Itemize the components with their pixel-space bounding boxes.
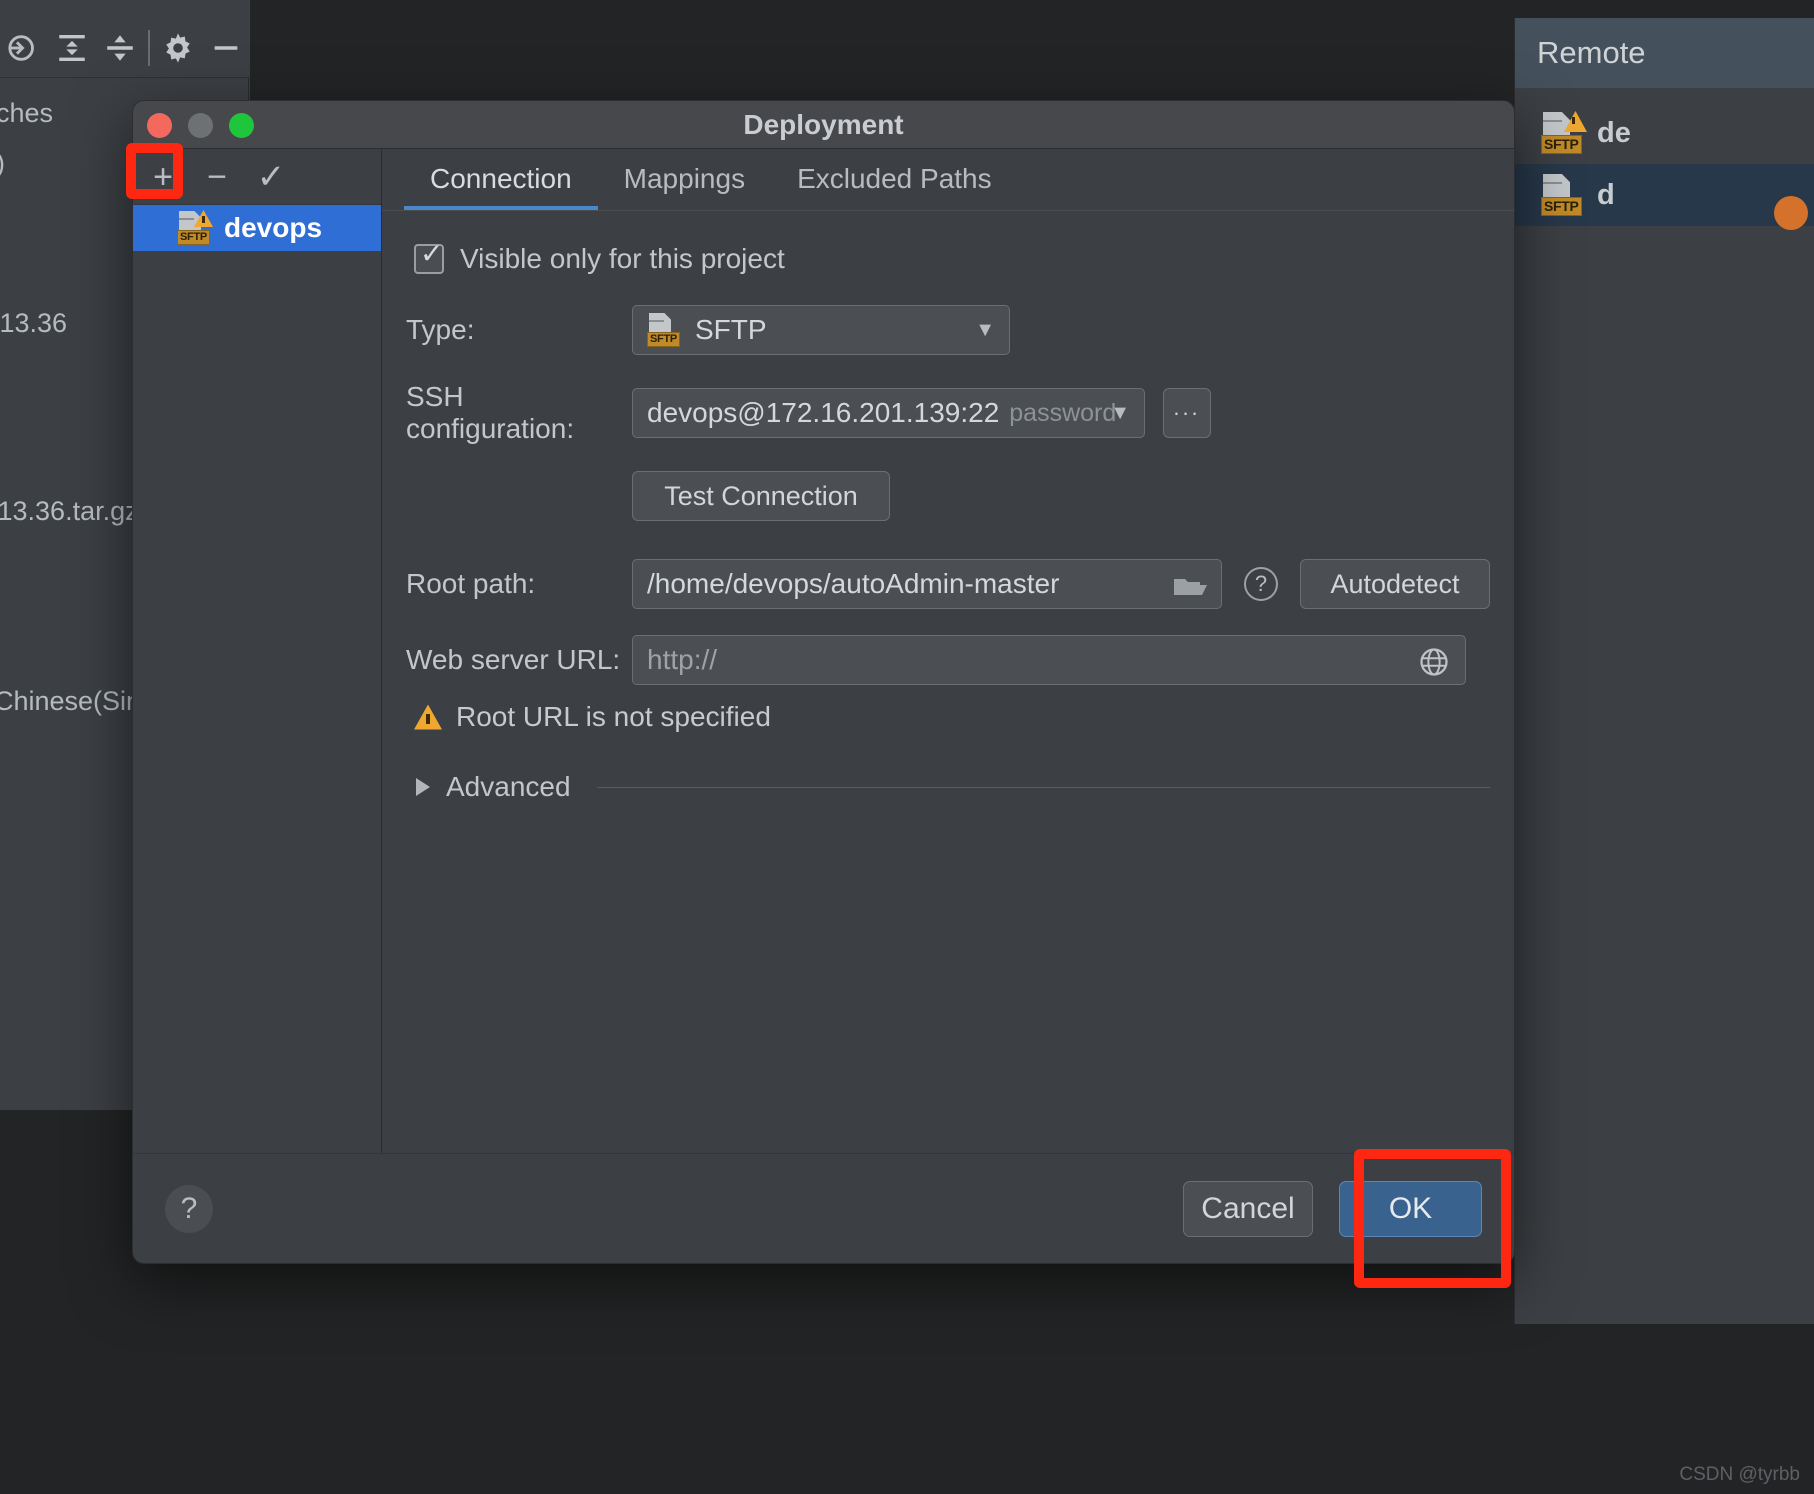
collapse-all-icon[interactable]	[96, 25, 144, 71]
dialog-content: Connection Mappings Excluded Paths Visib…	[382, 149, 1514, 1153]
watermark: CSDN @tyrbb	[1679, 1464, 1800, 1485]
toolbar-separator	[148, 29, 150, 66]
sftp-badge-label: SFTP	[647, 332, 680, 347]
advanced-section-header[interactable]: Advanced	[406, 771, 1490, 803]
minimize-button[interactable]	[188, 113, 213, 138]
sftp-warning-icon: SFTP	[1541, 111, 1587, 154]
web-server-url-value: http://	[647, 644, 718, 675]
test-connection-button[interactable]: Test Connection	[632, 471, 890, 521]
visible-only-label: Visible only for this project	[460, 243, 785, 274]
root-url-warning: Root URL is not specified	[406, 701, 1490, 733]
close-button[interactable]	[147, 113, 172, 138]
warning-icon	[414, 704, 442, 730]
type-value: SFTP	[695, 314, 767, 345]
visible-only-row[interactable]: Visible only for this project	[406, 239, 1490, 275]
server-list-toolbar: + − ✓	[133, 149, 381, 205]
window-controls	[147, 113, 254, 138]
root-path-input[interactable]: /home/devops/autoAdmin-master	[632, 559, 1222, 609]
type-row: Type: SFTP SFTP ▼	[406, 305, 1490, 355]
background-top-strip	[250, 0, 1814, 18]
remote-host-row[interactable]: SFTP d	[1515, 164, 1814, 226]
ssh-browse-button[interactable]: ...	[1163, 388, 1211, 438]
root-path-label: Root path:	[406, 568, 536, 599]
dialog-titlebar: Deployment	[133, 101, 1514, 149]
dialog-title: Deployment	[743, 108, 904, 140]
remote-host-row-label: de	[1597, 116, 1631, 149]
tab-connection[interactable]: Connection	[404, 163, 598, 211]
screen: ches ) .13.36 .13.36.tar.gz Chinese(Sim …	[0, 0, 1814, 1494]
background-text-line: .13.36.tar.gz	[0, 496, 139, 526]
advanced-divider	[596, 786, 1490, 788]
background-text-line: Chinese(Sim	[0, 686, 149, 716]
root-path-value: /home/devops/autoAdmin-master	[647, 568, 1060, 599]
gear-icon[interactable]	[154, 25, 202, 71]
background-text-line: ches	[0, 98, 54, 128]
web-server-url-row: Web server URL: http://	[406, 635, 1490, 685]
remote-host-panel-title: Remote	[1515, 18, 1814, 88]
help-button[interactable]: ?	[165, 1184, 213, 1233]
chevron-down-icon: ▼	[975, 318, 995, 341]
root-url-warning-text: Root URL is not specified	[456, 701, 771, 732]
chevron-right-icon	[416, 778, 430, 796]
cancel-button[interactable]: Cancel	[1183, 1180, 1313, 1237]
type-select[interactable]: SFTP SFTP ▼	[632, 305, 1010, 355]
sftp-badge-label: SFTP	[1541, 135, 1582, 154]
folder-icon[interactable]	[1173, 573, 1207, 597]
root-path-row: Root path: /home/devops/autoAdmin-master…	[406, 559, 1490, 609]
autodetect-button[interactable]: Autodetect	[1300, 559, 1490, 609]
ok-button[interactable]: OK	[1339, 1180, 1482, 1237]
ssh-configuration-row: SSH configuration: devops@172.16.201.139…	[406, 381, 1490, 445]
ssh-configuration-label: SSH configuration:	[406, 381, 575, 444]
set-default-server-button[interactable]: ✓	[249, 155, 293, 199]
remote-host-panel: Remote SFTP de SFTP d	[1514, 18, 1814, 1324]
remote-host-row-label: d	[1597, 178, 1615, 211]
status-dot	[1774, 196, 1808, 230]
advanced-label: Advanced	[446, 771, 571, 802]
ssh-configuration-value: devops@172.16.201.139:22	[647, 397, 1000, 428]
sftp-warning-icon: SFTP	[177, 210, 213, 245]
remote-host-row[interactable]: SFTP de	[1515, 102, 1814, 164]
expand-all-icon[interactable]	[48, 25, 96, 71]
web-server-url-label: Web server URL:	[406, 644, 621, 675]
sftp-icon: SFTP	[1541, 174, 1587, 216]
tab-excluded-paths[interactable]: Excluded Paths	[771, 163, 1018, 207]
ssh-auth-type: password	[1009, 398, 1117, 427]
chevron-down-icon: ▼	[1110, 401, 1130, 424]
tab-mappings[interactable]: Mappings	[598, 163, 771, 207]
deployment-dialog: Deployment + − ✓ SFTP devops Connection …	[132, 100, 1515, 1264]
server-list-panel: + − ✓ SFTP devops	[133, 149, 382, 1153]
server-list-item-label: devops	[224, 212, 323, 243]
globe-icon[interactable]	[1419, 647, 1449, 677]
background-text-line: .13.36	[0, 308, 68, 338]
visible-only-checkbox[interactable]	[414, 239, 444, 274]
sftp-icon: SFTP	[647, 313, 683, 347]
background-toolbar	[0, 18, 250, 78]
dialog-body: + − ✓ SFTP devops Connection Mappings Ex…	[133, 149, 1514, 1153]
sftp-badge-label: SFTP	[177, 230, 210, 245]
server-list-empty-area	[133, 251, 381, 1153]
test-connection-row: Test Connection	[406, 471, 1490, 521]
add-server-button[interactable]: +	[141, 155, 185, 199]
rotate-icon[interactable]	[0, 25, 48, 71]
ssh-configuration-select[interactable]: devops@172.16.201.139:22 password ▼	[632, 388, 1145, 438]
dialog-footer: ? Cancel OK	[133, 1153, 1514, 1263]
server-list-item-devops[interactable]: SFTP devops	[133, 205, 381, 251]
type-label: Type:	[406, 314, 475, 345]
sftp-badge-label: SFTP	[1541, 197, 1582, 216]
tab-bar: Connection Mappings Excluded Paths	[382, 149, 1514, 211]
remove-server-button[interactable]: −	[195, 155, 239, 199]
background-text-line: )	[0, 148, 5, 179]
minimize-icon[interactable]	[202, 25, 250, 71]
connection-panel: Visible only for this project Type: SFTP…	[382, 207, 1514, 1153]
maximize-button[interactable]	[229, 113, 254, 138]
root-path-help-icon[interactable]: ?	[1244, 567, 1278, 601]
web-server-url-input[interactable]: http://	[632, 635, 1466, 685]
